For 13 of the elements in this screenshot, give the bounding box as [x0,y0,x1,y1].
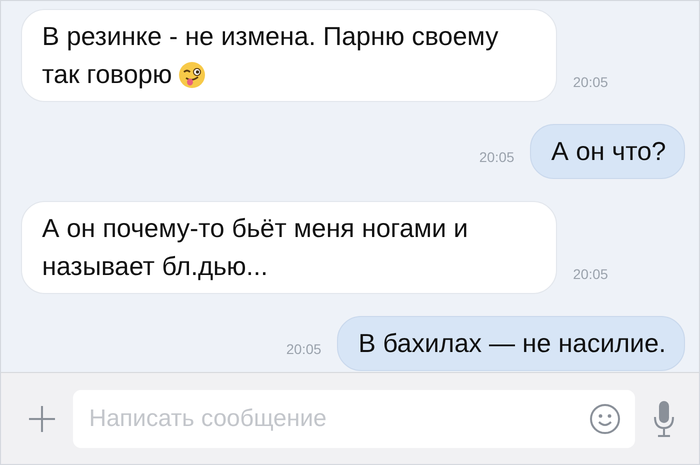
outgoing-message: А он что? [530,124,685,179]
plus-icon[interactable] [27,404,57,434]
outgoing-message: В бахилах — не насилие. [337,316,685,371]
incoming-message: В резинке - не измена. Парню своему так говорю [21,9,557,102]
message-time: 20:05 [286,341,322,359]
message-time: 20:05 [479,149,514,167]
microphone-icon[interactable] [651,398,677,438]
message-input-field[interactable]: Написать сообщение [87,404,589,434]
message-time: 20:05 [573,266,608,284]
incoming-message: А он почему-то бьёт меня ногами и называет бл.дью... [21,201,557,294]
smiley-icon[interactable] [589,402,621,434]
message-time: 20:05 [573,74,608,92]
message-field[interactable]: Написать сообщение [73,390,635,448]
